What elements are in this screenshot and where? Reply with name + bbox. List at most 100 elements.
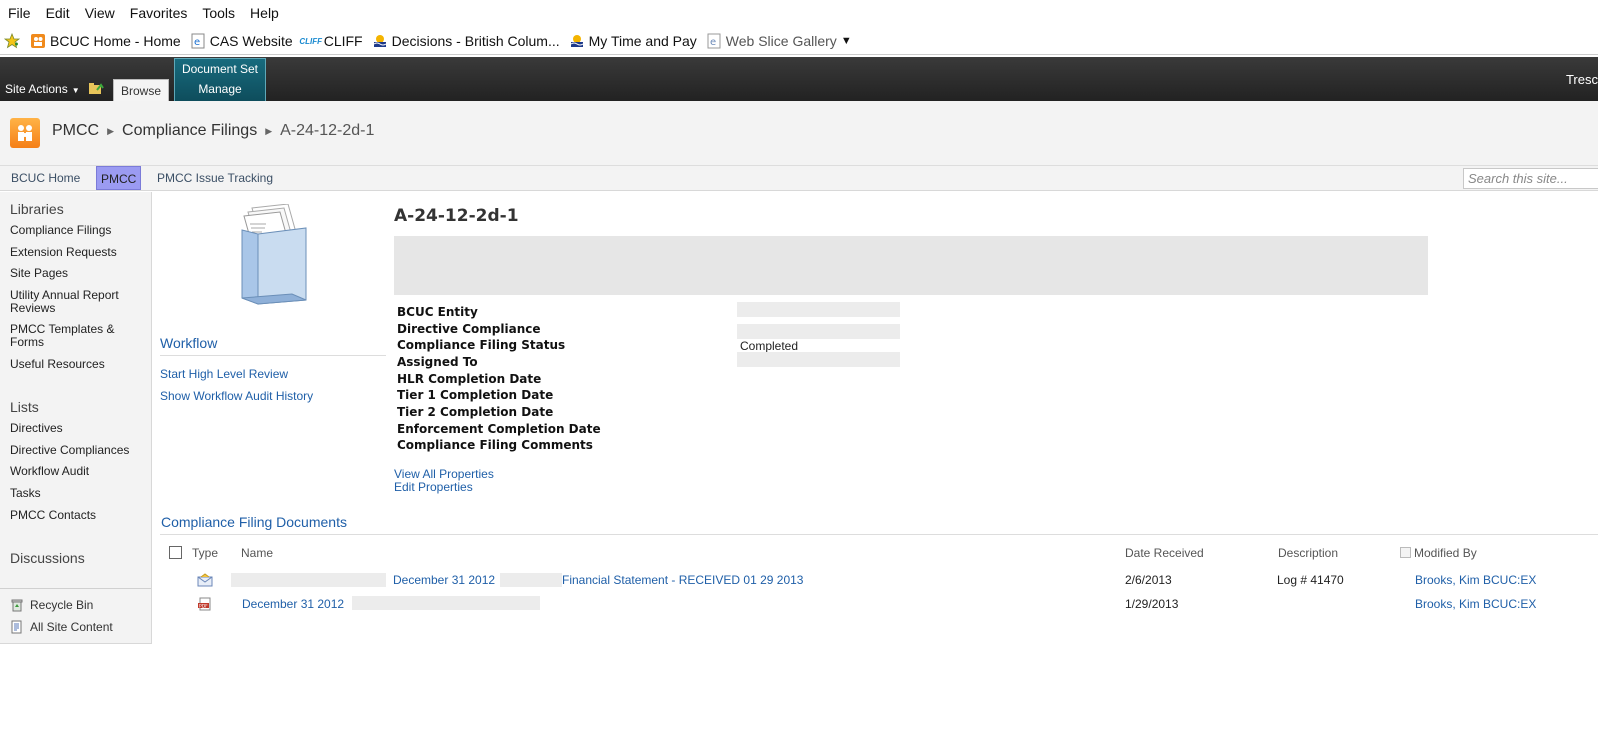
site-actions-menu[interactable]: Site Actions ▼ xyxy=(5,82,80,96)
fav-cliff[interactable]: CLIFF CLIFF xyxy=(299,33,362,49)
column-date-received[interactable]: Date Received xyxy=(1125,546,1204,560)
fav-cas-website[interactable]: e CAS Website xyxy=(190,33,293,49)
nav-site-pages[interactable]: Site Pages xyxy=(10,267,145,280)
nav-utility-annual-report-reviews[interactable]: Utility Annual Report Reviews xyxy=(10,289,145,315)
nav-recycle-bin[interactable]: Recycle Bin xyxy=(10,598,93,612)
chevron-down-icon[interactable]: ▼ xyxy=(841,35,852,47)
documents-divider xyxy=(160,534,1598,535)
caret-down-icon: ▼ xyxy=(71,86,80,95)
menu-file[interactable]: File xyxy=(8,5,31,21)
column-description[interactable]: Description xyxy=(1278,546,1338,560)
menu-tools[interactable]: Tools xyxy=(202,5,235,21)
prop-value-redacted xyxy=(737,302,900,317)
breadcrumb-current: A-24-12-2d-1 xyxy=(280,122,375,139)
view-all-properties-link[interactable]: View All Properties xyxy=(394,467,494,481)
pdf-icon: PDF xyxy=(198,597,211,611)
prop-value-redacted xyxy=(737,324,900,339)
description-cell: Log # 41470 xyxy=(1277,573,1344,587)
nav-compliance-filings[interactable]: Compliance Filings xyxy=(10,224,145,237)
column-modified-by[interactable]: Modified By xyxy=(1414,546,1477,560)
topnav-pmcc-issue-tracking[interactable]: PMCC Issue Tracking xyxy=(153,166,277,190)
fav-web-slice-gallery[interactable]: e Web Slice Gallery ▼ xyxy=(706,33,852,49)
menu-edit[interactable]: Edit xyxy=(46,5,70,21)
documents-heading: Compliance Filing Documents xyxy=(161,514,347,530)
menu-favorites[interactable]: Favorites xyxy=(130,5,188,21)
ie-page-icon: e xyxy=(190,33,206,49)
libraries-heading[interactable]: Libraries xyxy=(10,201,64,217)
prop-label-tier2-completion: Tier 2 Completion Date xyxy=(397,405,554,419)
fav-my-time-and-pay[interactable]: My Time and Pay xyxy=(569,33,697,49)
user-menu[interactable]: Tresc xyxy=(1566,72,1598,87)
select-all-checkbox[interactable] xyxy=(169,546,182,559)
favorites-star-icon xyxy=(4,33,20,49)
breadcrumb-separator-icon: ▶ xyxy=(107,125,115,136)
doc-name-link[interactable]: December 31 2012 xyxy=(393,573,495,587)
name-redacted xyxy=(352,596,540,610)
description-redacted xyxy=(394,236,1428,295)
quick-launch: Libraries Compliance Filings Extension R… xyxy=(0,192,152,644)
doc-name-link[interactable]: Financial Statement - RECEIVED 01 29 201… xyxy=(562,573,803,587)
doc-name-link[interactable]: December 31 2012 xyxy=(242,597,344,611)
breadcrumb-site[interactable]: PMCC xyxy=(52,122,99,140)
document-set-label: Document Set xyxy=(181,62,259,76)
people-icon xyxy=(18,125,32,141)
prop-label-bcuc-entity: BCUC Entity xyxy=(397,305,478,319)
site-content-icon xyxy=(11,620,22,634)
nav-workflow-audit[interactable]: Workflow Audit xyxy=(10,465,145,478)
document-set-icon xyxy=(241,204,307,305)
menu-help[interactable]: Help xyxy=(250,5,279,21)
nav-directive-compliances[interactable]: Directive Compliances xyxy=(10,444,145,457)
edit-properties-link[interactable]: Edit Properties xyxy=(394,480,473,494)
prop-label-hlr-completion: HLR Completion Date xyxy=(397,372,542,386)
tab-manage[interactable]: Manage xyxy=(175,82,265,96)
prop-value-status: Completed xyxy=(740,339,799,353)
menu-view[interactable]: View xyxy=(85,5,115,21)
modified-by-link[interactable]: Brooks, Kim BCUC:EX xyxy=(1415,597,1536,611)
search-input[interactable]: Search this site... xyxy=(1463,168,1598,189)
nav-all-site-content[interactable]: All Site Content xyxy=(10,620,113,634)
nav-extension-requests[interactable]: Extension Requests xyxy=(10,246,145,259)
web-slice-icon: e xyxy=(706,33,722,49)
date-received-cell: 1/29/2013 xyxy=(1125,597,1179,611)
tab-browse[interactable]: Browse xyxy=(113,79,169,101)
document-set-title: A-24-12-2d-1 xyxy=(394,206,519,226)
modified-by-link[interactable]: Brooks, Kim BCUC:EX xyxy=(1415,573,1536,587)
workflow-heading: Workflow xyxy=(160,335,218,351)
column-name[interactable]: Name xyxy=(241,546,273,560)
email-icon xyxy=(197,573,213,587)
browser-menu-bar: File Edit View Favorites Tools Help xyxy=(0,0,1598,26)
start-high-level-review-link[interactable]: Start High Level Review xyxy=(160,367,288,381)
sharepoint-icon xyxy=(30,33,46,49)
prop-label-directive-compliance: Directive Compliance xyxy=(397,322,541,336)
recycle-bin-icon xyxy=(11,599,23,612)
topnav-bcuc-home[interactable]: BCUC Home xyxy=(7,166,84,190)
modified-by-checkbox[interactable] xyxy=(1400,547,1411,558)
lists-heading[interactable]: Lists xyxy=(10,399,39,415)
workflow-divider xyxy=(160,355,386,356)
favorites-bar: BCUC Home - Home e CAS Website CLIFF CLI… xyxy=(0,28,1598,55)
svg-text:e: e xyxy=(194,37,200,48)
date-received-cell: 2/6/2013 xyxy=(1125,573,1172,587)
breadcrumb-library[interactable]: Compliance Filings xyxy=(122,122,257,140)
topnav-pmcc[interactable]: PMCC xyxy=(96,166,141,190)
fav-decisions[interactable]: Decisions - British Colum... xyxy=(372,33,560,49)
bc-logo-icon xyxy=(372,33,388,49)
fav-bcuc-home[interactable]: BCUC Home - Home xyxy=(30,33,181,49)
prop-value-redacted xyxy=(737,352,900,367)
favorites-star-button[interactable] xyxy=(4,33,24,49)
nav-useful-resources[interactable]: Useful Resources xyxy=(10,358,145,371)
ribbon: Site Actions ▼ Browse Document Set Manage… xyxy=(0,57,1598,101)
breadcrumb-separator-icon: ▶ xyxy=(265,125,273,136)
site-logo[interactable] xyxy=(10,118,40,148)
column-type[interactable]: Type xyxy=(192,546,218,560)
nav-directives[interactable]: Directives xyxy=(10,422,145,435)
nav-pmcc-templates-forms[interactable]: PMCC Templates & Forms xyxy=(10,323,145,349)
nav-pmcc-contacts[interactable]: PMCC Contacts xyxy=(10,509,145,522)
prop-label-enforcement-completion: Enforcement Completion Date xyxy=(397,422,601,436)
workflow-audit-history-link[interactable]: Show Workflow Audit History xyxy=(160,389,313,403)
top-navigation: BCUC Home PMCC PMCC Issue Tracking Searc… xyxy=(0,166,1598,191)
navigate-up-icon[interactable] xyxy=(88,81,104,95)
bc-logo-icon xyxy=(569,33,585,49)
discussions-heading[interactable]: Discussions xyxy=(10,550,85,566)
nav-tasks[interactable]: Tasks xyxy=(10,487,145,500)
